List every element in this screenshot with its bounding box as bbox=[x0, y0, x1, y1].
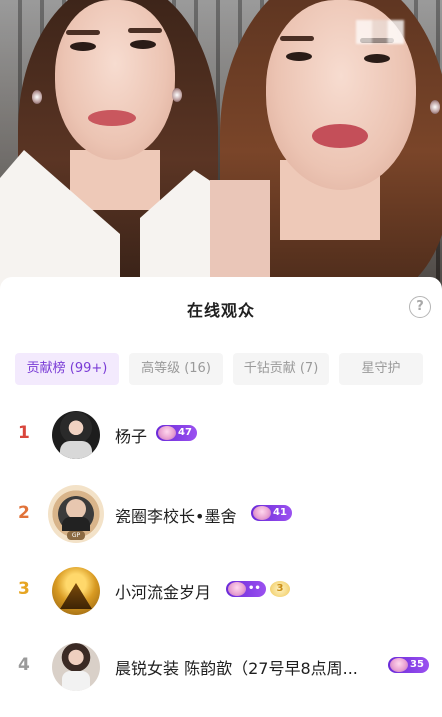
gem-icon bbox=[390, 658, 408, 672]
gem-icon bbox=[158, 426, 176, 440]
list-item[interactable]: 3 小河流金岁月 •• 3 bbox=[0, 563, 442, 619]
rank-number: 2 bbox=[18, 503, 30, 523]
badge-level: 35 bbox=[410, 659, 424, 670]
live-video bbox=[0, 0, 442, 290]
level-badge: 35 bbox=[388, 657, 429, 673]
gem-icon bbox=[253, 506, 271, 520]
badge-level: 41 bbox=[273, 507, 287, 518]
fan-badge: 3 bbox=[270, 581, 290, 597]
streamer-right bbox=[200, 0, 442, 290]
tab-high-level[interactable]: 高等级 (16) bbox=[129, 353, 223, 385]
mosaic-watermark bbox=[356, 20, 404, 44]
list-item[interactable]: 2 GP 瓷圈李校长•墨舍 41 bbox=[0, 485, 442, 543]
avatar[interactable] bbox=[52, 567, 100, 615]
avatar-frame-label: GP bbox=[67, 531, 85, 540]
tab-diamond-contribution[interactable]: 千钻贡献 (7) bbox=[233, 353, 329, 385]
gem-icon bbox=[228, 582, 246, 596]
avatar[interactable] bbox=[52, 643, 100, 691]
viewer-name: 杨子 bbox=[115, 427, 148, 446]
viewer-name: 瓷圈李校长•墨舍 bbox=[115, 507, 237, 526]
viewer-name: 小河流金岁月 bbox=[115, 583, 212, 602]
tab-star-guard[interactable]: 星守护 bbox=[339, 353, 423, 385]
badge-level: •• bbox=[248, 583, 261, 594]
level-badge: 41 bbox=[251, 505, 292, 521]
rank-number: 4 bbox=[18, 655, 30, 675]
badge-level: 47 bbox=[178, 427, 192, 438]
panel-title: 在线观众 bbox=[186, 301, 255, 320]
rank-number: 1 bbox=[18, 423, 30, 443]
tab-contribution[interactable]: 贡献榜 (99+) bbox=[15, 353, 119, 385]
list-item[interactable]: 4 晨锐女装 陈韵歆（27号早8点周... 35 bbox=[0, 639, 442, 695]
streamer-left bbox=[0, 0, 230, 290]
list-item[interactable]: 1 杨子 47 bbox=[0, 407, 442, 463]
ranking-tabs: 贡献榜 (99+) 高等级 (16) 千钻贡献 (7) 星守护 bbox=[15, 353, 427, 385]
viewer-name: 晨锐女装 陈韵歆（27号早8点周... bbox=[115, 659, 358, 678]
level-badge: 47 bbox=[156, 425, 197, 441]
rank-number: 3 bbox=[18, 579, 30, 599]
online-viewers-panel: 在线观众 ? 贡献榜 (99+) 高等级 (16) 千钻贡献 (7) 星守护 1… bbox=[0, 277, 442, 717]
avatar[interactable]: GP bbox=[48, 485, 104, 543]
help-icon[interactable]: ? bbox=[409, 296, 431, 318]
avatar[interactable] bbox=[52, 411, 100, 459]
level-badge: •• bbox=[226, 581, 266, 597]
